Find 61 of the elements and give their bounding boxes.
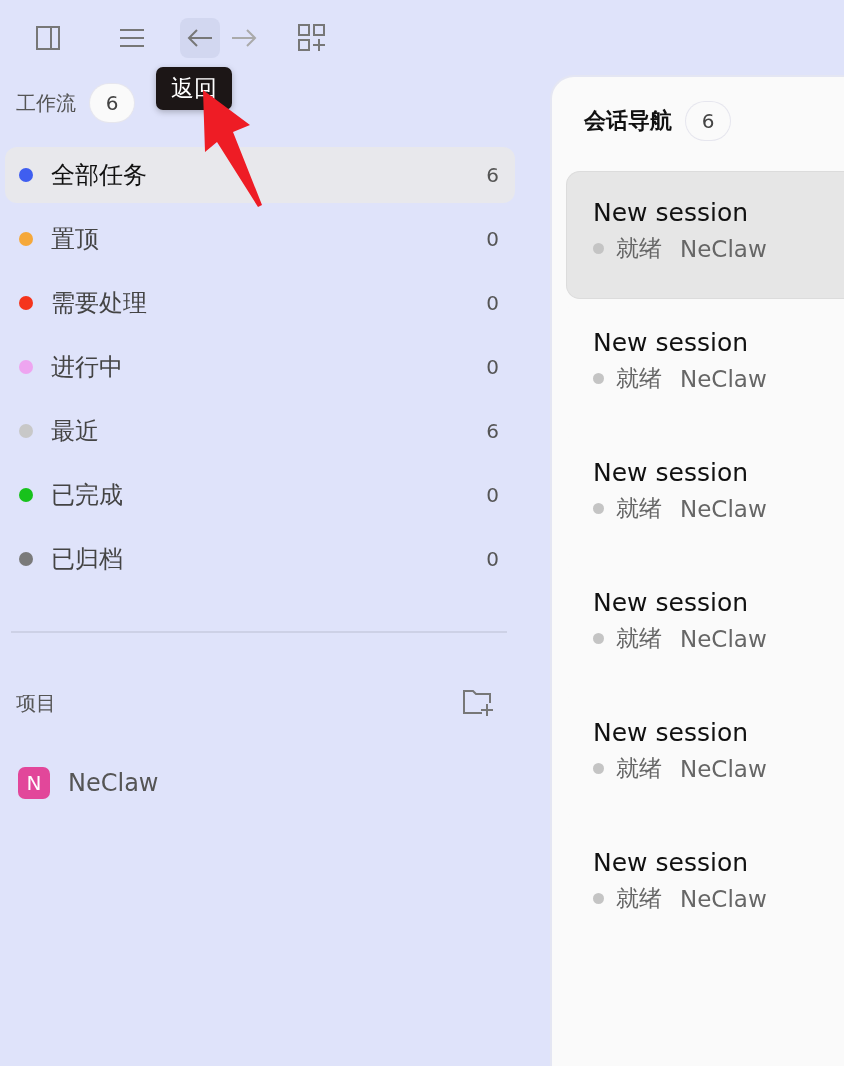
back-button[interactable] (180, 17, 220, 58)
session-project: NeClaw (680, 885, 767, 912)
project-name[interactable]: NeClaw (68, 769, 159, 797)
item-label: 需要处理 (51, 288, 148, 319)
item-count: 0 (486, 291, 499, 315)
status-dot (593, 633, 604, 644)
folder-plus-icon[interactable] (462, 689, 494, 717)
session-status: 就绪 (616, 624, 662, 653)
session-status: 就绪 (616, 364, 662, 393)
item-count: 0 (486, 483, 499, 507)
item-label: 最近 (51, 416, 100, 447)
session-item[interactable]: New session 就绪 NeClaw (566, 171, 844, 299)
grid-plus-icon (298, 23, 326, 52)
back-arrow-icon (187, 27, 213, 48)
session-title: New session (593, 588, 749, 617)
session-status: 就绪 (616, 494, 662, 523)
session-project: NeClaw (680, 365, 767, 392)
item-label: 全部任务 (51, 160, 148, 191)
item-count: 0 (486, 547, 499, 571)
workflow-item[interactable]: 进行中 0 (5, 339, 515, 395)
session-project: NeClaw (680, 235, 767, 262)
project-avatar: N (18, 767, 50, 799)
status-dot (593, 763, 604, 774)
item-label: 已完成 (51, 480, 124, 511)
session-status: 就绪 (616, 234, 662, 263)
session-title: New session (593, 328, 749, 357)
status-dot (593, 373, 604, 384)
session-title: New session (593, 848, 749, 877)
tooltip: 返回 (156, 67, 232, 110)
session-status: 就绪 (616, 884, 662, 913)
workflow-item[interactable]: 最近 6 (5, 403, 515, 459)
session-title: New session (593, 718, 749, 747)
count-badge: 6 (90, 84, 134, 122)
workflow-item[interactable]: 需要处理 0 (5, 275, 515, 331)
section-title: 工作流 (16, 89, 76, 117)
workflow-item[interactable]: 已归档 0 (5, 531, 515, 587)
status-dot (593, 243, 604, 254)
item-label: 置顶 (51, 224, 100, 255)
status-dot (593, 503, 604, 514)
item-count: 6 (486, 163, 499, 187)
forward-arrow-icon (231, 27, 257, 48)
session-title: New session (593, 198, 749, 227)
menu-icon (119, 27, 145, 48)
panel-title: 会话导航 (584, 107, 672, 135)
workflow-item[interactable]: 全部任务 6 (5, 147, 515, 203)
item-count: 0 (486, 355, 499, 379)
status-dot (593, 893, 604, 904)
session-project: NeClaw (680, 625, 767, 652)
session-title: New session (593, 458, 749, 487)
item-count: 0 (486, 227, 499, 251)
session-project: NeClaw (680, 755, 767, 782)
workflow-item[interactable]: 置顶 0 (5, 211, 515, 267)
item-count: 6 (486, 419, 499, 443)
item-label: 已归档 (51, 544, 124, 575)
item-label: 进行中 (51, 352, 124, 383)
session-status: 就绪 (616, 754, 662, 783)
section-title: 项目 (16, 689, 56, 717)
session-project: NeClaw (680, 495, 767, 522)
count-badge: 6 (686, 102, 730, 140)
sidebar-icon (35, 24, 61, 51)
workflow-item[interactable]: 已完成 0 (5, 467, 515, 523)
